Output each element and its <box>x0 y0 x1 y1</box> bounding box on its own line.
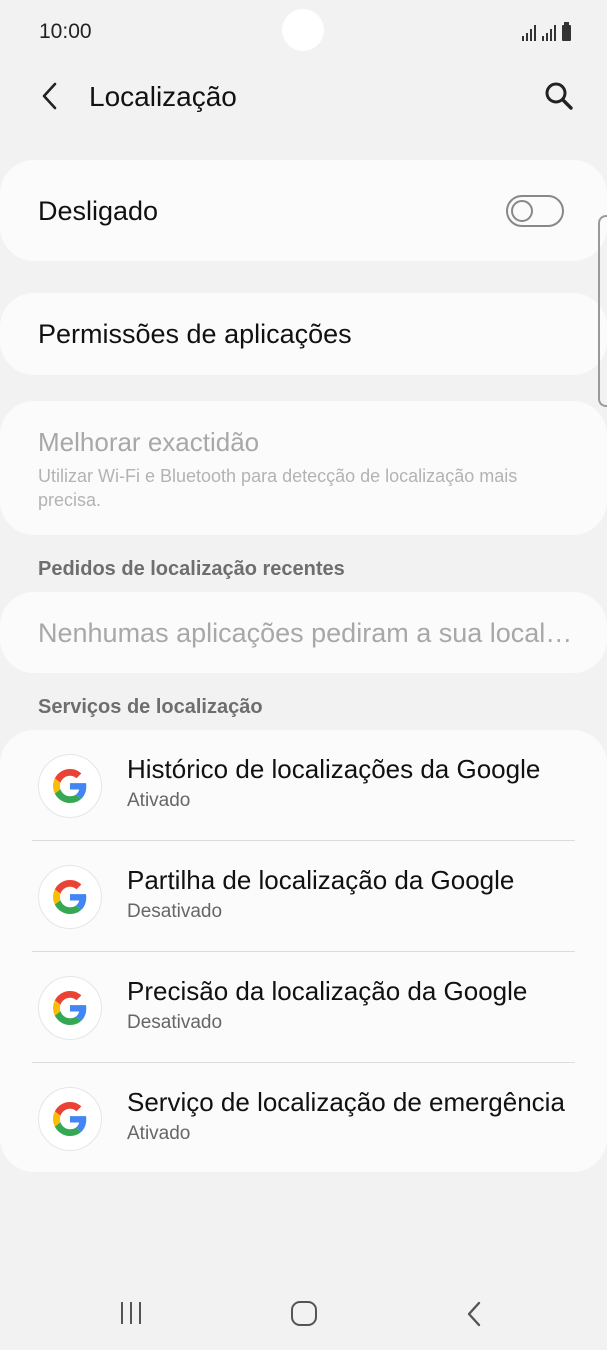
search-icon <box>545 82 573 110</box>
divider <box>32 840 575 841</box>
recent-requests-header: Pedidos de localização recentes <box>38 558 345 580</box>
master-switch-label: Desligado <box>38 196 159 226</box>
service-status: Desativado <box>127 901 223 922</box>
service-title: Histórico de localizações da Google <box>127 754 541 784</box>
battery-icon <box>562 22 571 41</box>
chevron-left-icon <box>42 82 57 110</box>
improve-accuracy-subtitle: Utilizar Wi-Fi e Bluetooth para detecção… <box>38 466 518 510</box>
service-item-location-accuracy[interactable]: Precisão da localização da Google Desati… <box>0 976 607 1086</box>
divider <box>32 951 575 952</box>
recent-requests-card: Nenhumas aplicações pediram a sua locali… <box>0 592 607 673</box>
improve-accuracy-item[interactable]: Melhorar exactidão Utilizar Wi-Fi e Blue… <box>0 401 607 535</box>
navigation-bar <box>0 1280 607 1350</box>
nav-back-button[interactable] <box>462 1299 486 1329</box>
recent-apps-button[interactable] <box>121 1302 141 1324</box>
status-time: 10:00 <box>39 20 92 43</box>
divider <box>32 1062 575 1063</box>
service-item-emergency-location[interactable]: Serviço de localização de emergência Ati… <box>0 1087 607 1197</box>
location-services-header: Serviços de localização <box>38 696 263 718</box>
service-item-location-sharing[interactable]: Partilha de localização da Google Desati… <box>0 865 607 975</box>
location-toggle[interactable] <box>506 195 564 227</box>
search-button[interactable] <box>539 76 579 116</box>
camera-cutout <box>282 9 324 51</box>
service-item-location-history[interactable]: Histórico de localizações da Google Ativ… <box>0 754 607 864</box>
nav-back-icon <box>467 1301 481 1327</box>
page-title: Localização <box>89 81 237 112</box>
back-button[interactable] <box>30 76 70 116</box>
recent-requests-empty-text: Nenhumas aplicações pediram a sua locali… <box>38 618 573 648</box>
status-icons <box>522 21 571 41</box>
google-icon <box>38 754 102 818</box>
home-button[interactable] <box>291 1301 317 1326</box>
service-title: Precisão da localização da Google <box>127 976 528 1006</box>
service-status: Desativado <box>127 1012 223 1033</box>
google-icon <box>38 865 102 929</box>
toggle-knob <box>511 200 533 222</box>
scrollbar[interactable] <box>598 215 607 407</box>
app-permissions-label: Permissões de aplicações <box>38 319 352 349</box>
status-bar: 10:00 <box>0 0 607 62</box>
app-bar: Localização <box>0 62 607 134</box>
google-icon <box>38 976 102 1040</box>
service-status: Ativado <box>127 1123 191 1144</box>
location-services-card: Histórico de localizações da Google Ativ… <box>0 730 607 1172</box>
service-status: Ativado <box>127 790 191 811</box>
signal-icon <box>522 25 536 41</box>
improve-accuracy-title: Melhorar exactidão <box>38 427 260 457</box>
signal-icon <box>542 25 556 41</box>
app-permissions-item[interactable]: Permissões de aplicações <box>0 293 607 375</box>
service-title: Partilha de localização da Google <box>127 865 515 895</box>
service-title: Serviço de localização de emergência <box>127 1087 565 1117</box>
google-icon <box>38 1087 102 1151</box>
